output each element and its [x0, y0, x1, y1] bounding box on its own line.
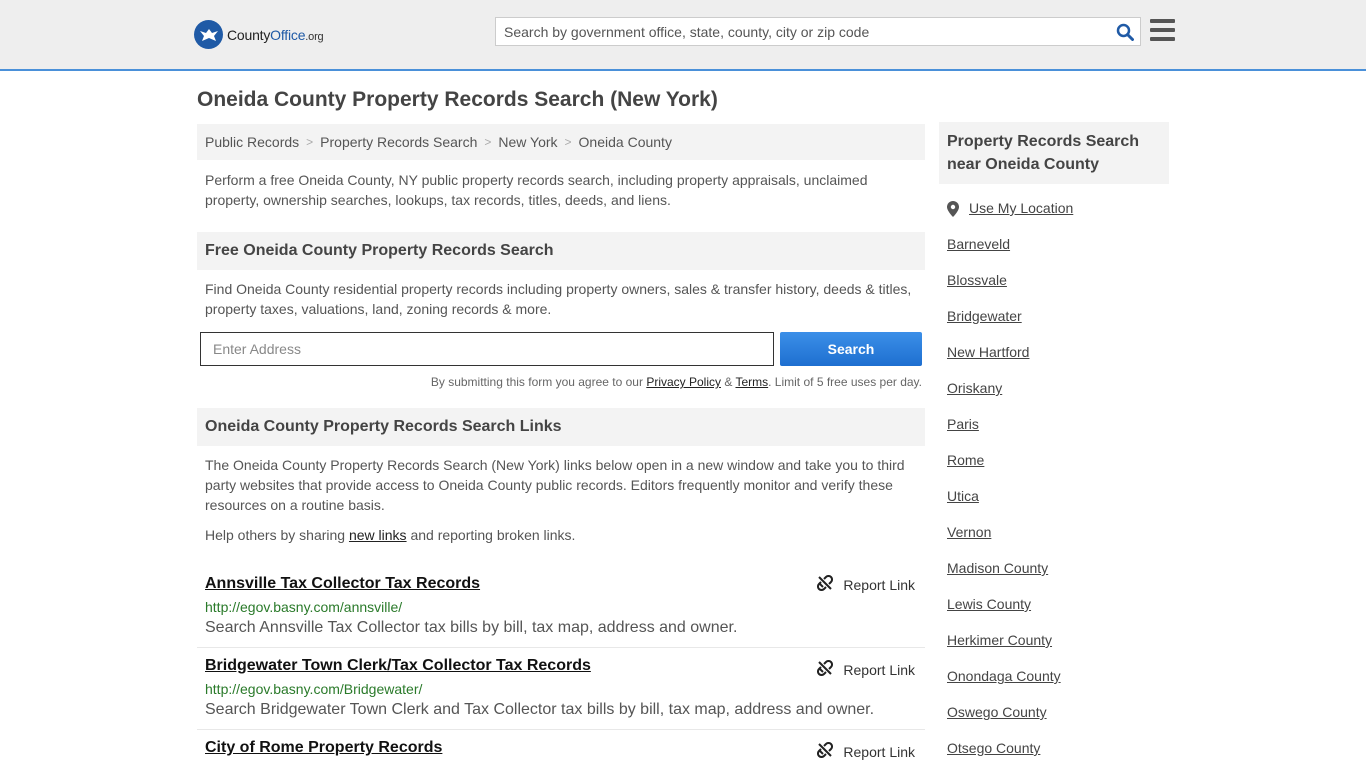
- main-content: Public Records > Property Records Search…: [197, 124, 925, 767]
- broken-link-icon: [817, 574, 834, 594]
- search-icon[interactable]: [1110, 18, 1140, 45]
- help-text-part: Help others by sharing: [205, 527, 349, 543]
- sidebar-item-link[interactable]: Bridgewater: [947, 308, 1022, 324]
- sidebar-item-link[interactable]: New Hartford: [947, 344, 1029, 360]
- sidebar-item-link[interactable]: Rome: [947, 452, 984, 468]
- sidebar-item-link[interactable]: Blossvale: [947, 272, 1007, 288]
- address-input[interactable]: [200, 332, 774, 366]
- use-location-row: Use My Location: [947, 200, 1169, 236]
- broken-link-icon: [817, 659, 834, 679]
- breadcrumb-new-york[interactable]: New York: [498, 134, 557, 150]
- links-section-text: The Oneida County Property Records Searc…: [205, 457, 905, 513]
- link-url[interactable]: http://egov.basny.com/Bridgewater/: [205, 681, 917, 697]
- sidebar-heading: Property Records Search near Oneida Coun…: [939, 122, 1169, 184]
- breadcrumb-public-records[interactable]: Public Records: [205, 134, 299, 150]
- terms-link[interactable]: Terms: [735, 375, 768, 389]
- sidebar-item: Rome: [947, 452, 1169, 488]
- use-my-location-link[interactable]: Use My Location: [969, 200, 1073, 216]
- sidebar-item: Paris: [947, 416, 1169, 452]
- sidebar-item-link[interactable]: Onondaga County: [947, 668, 1061, 684]
- link-description: Search Annsville Tax Collector tax bills…: [205, 619, 738, 636]
- eagle-logo-icon: [194, 20, 223, 49]
- map-pin-icon: [947, 201, 959, 220]
- breadcrumb-separator: >: [306, 135, 314, 149]
- new-links-link[interactable]: new links: [349, 527, 407, 543]
- sidebar-item: Otsego County: [947, 740, 1169, 776]
- help-text: Help others by sharing new links and rep…: [197, 525, 925, 545]
- sidebar-item: Vernon: [947, 524, 1169, 560]
- links-list: Annsville Tax Collector Tax Records Repo…: [197, 563, 925, 767]
- sidebar-item: Onondaga County: [947, 668, 1169, 704]
- sidebar-item: Bridgewater: [947, 308, 1169, 344]
- report-link-button[interactable]: Report Link: [817, 659, 915, 679]
- search-button[interactable]: Search: [780, 332, 922, 366]
- sidebar-item-link[interactable]: Vernon: [947, 524, 991, 540]
- broken-link-icon: [817, 741, 834, 761]
- breadcrumb: Public Records > Property Records Search…: [197, 124, 925, 160]
- terms-notice: By submitting this form you agree to our…: [197, 375, 925, 389]
- report-link-label: Report Link: [843, 743, 915, 760]
- sidebar-item: Blossvale: [947, 272, 1169, 308]
- hamburger-menu-icon[interactable]: [1150, 19, 1175, 41]
- sidebar-item-link[interactable]: Oswego County: [947, 704, 1047, 720]
- link-title[interactable]: City of Rome Property Records: [205, 739, 442, 757]
- report-link-button[interactable]: Report Link: [817, 741, 915, 761]
- privacy-policy-link[interactable]: Privacy Policy: [646, 375, 721, 389]
- list-item: Bridgewater Town Clerk/Tax Collector Tax…: [197, 648, 925, 730]
- sidebar-item: New Hartford: [947, 344, 1169, 380]
- help-text-part: and reporting broken links.: [406, 527, 576, 543]
- sidebar-item-link[interactable]: Madison County: [947, 560, 1048, 576]
- terms-text: &: [721, 375, 736, 389]
- sidebar-item-link[interactable]: Utica: [947, 488, 979, 504]
- sidebar-item: Oswego County: [947, 704, 1169, 740]
- list-item: City of Rome Property Records Report Lin…: [197, 730, 925, 767]
- link-description: Search Bridgewater Town Clerk and Tax Co…: [205, 701, 875, 718]
- sidebar-item-link[interactable]: Otsego County: [947, 740, 1040, 756]
- sidebar-item-link[interactable]: Barneveld: [947, 236, 1010, 252]
- logo-text: CountyOffice.org: [227, 26, 324, 43]
- logo[interactable]: CountyOffice.org: [194, 20, 324, 49]
- sidebar-item: Madison County: [947, 560, 1169, 596]
- link-title[interactable]: Bridgewater Town Clerk/Tax Collector Tax…: [205, 657, 591, 675]
- sidebar-item: Lewis County: [947, 596, 1169, 632]
- terms-text: By submitting this form you agree to our: [430, 375, 647, 389]
- terms-text: . Limit of 5 free uses per day.: [768, 375, 922, 389]
- breadcrumb-separator: >: [484, 135, 492, 149]
- link-title[interactable]: Annsville Tax Collector Tax Records: [205, 575, 480, 593]
- sidebar-item: Oriskany: [947, 380, 1169, 416]
- site-search: [495, 17, 1141, 46]
- links-section-heading: Oneida County Property Records Search Li…: [197, 408, 925, 446]
- top-bar: CountyOffice.org: [0, 0, 1366, 71]
- breadcrumb-oneida-county: Oneida County: [578, 134, 672, 150]
- sidebar-item: Utica: [947, 488, 1169, 524]
- page-title: Oneida County Property Records Search (N…: [197, 88, 718, 111]
- address-search-form: Search: [197, 332, 925, 366]
- sidebar-item-link[interactable]: Oriskany: [947, 380, 1002, 396]
- free-search-text: Find Oneida County residential property …: [205, 281, 912, 317]
- sidebar-item: Barneveld: [947, 236, 1169, 272]
- sidebar-item-link[interactable]: Herkimer County: [947, 632, 1052, 648]
- report-link-label: Report Link: [843, 576, 915, 593]
- sidebar-item-link[interactable]: Lewis County: [947, 596, 1031, 612]
- breadcrumb-property-records-search[interactable]: Property Records Search: [320, 134, 477, 150]
- breadcrumb-separator: >: [564, 135, 572, 149]
- list-item: Annsville Tax Collector Tax Records Repo…: [197, 563, 925, 648]
- sidebar-item-link[interactable]: Paris: [947, 416, 979, 432]
- link-url[interactable]: http://egov.basny.com/annsville/: [205, 599, 917, 615]
- intro-text: Perform a free Oneida County, NY public …: [205, 172, 868, 208]
- site-search-input[interactable]: [496, 18, 1110, 45]
- free-search-heading: Free Oneida County Property Records Sear…: [197, 232, 925, 270]
- sidebar: Property Records Search near Oneida Coun…: [939, 122, 1169, 776]
- sidebar-list: Use My Location Barneveld Blossvale Brid…: [939, 200, 1169, 776]
- sidebar-item: Herkimer County: [947, 632, 1169, 668]
- report-link-label: Report Link: [843, 661, 915, 678]
- report-link-button[interactable]: Report Link: [817, 574, 915, 594]
